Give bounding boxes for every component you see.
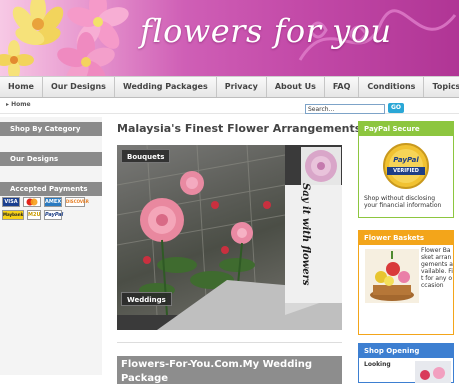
baskets-description: Flower Basket arrangements available. Fi… [421,247,453,289]
baskets-heading[interactable]: Flower Baskets [359,231,453,245]
search-input[interactable] [305,104,385,114]
paypal-box: PayPal Secure Shopping PayPal VERIFIED S… [358,121,454,218]
accepted-payments-heading: Accepted Payments [0,182,102,196]
nav-topics[interactable]: Topics [424,77,459,97]
m2u-icon: M2U [27,210,41,220]
nav-faq[interactable]: FAQ [325,77,360,97]
paypal-card-icon: PayPal [44,210,64,220]
discover-card-icon: DISCOVER [65,197,89,207]
search-go-button[interactable]: GO [388,103,404,113]
opening-illustration [420,367,445,380]
breadcrumb-home[interactable]: Home [11,101,30,108]
nav-wedding-packages[interactable]: Wedding Packages [115,77,217,97]
breadcrumb-arrow-icon: ▸ [6,101,10,108]
breadcrumb: ▸ Home [6,101,31,108]
paypal-heading: PayPal Secure Shopping [359,122,453,147]
shop-opening-box: Shop Opening Looking [358,343,454,383]
site-title: flowers for you [140,12,392,50]
flower-showcase: Bouquets Weddings Say it with flowers [117,145,342,330]
flower-pink-1 [67,0,129,49]
tagline-panel [285,185,342,303]
nav-conditions[interactable]: Conditions [359,77,425,97]
nav-privacy[interactable]: Privacy [217,77,267,97]
paypal-description: Shop without disclosing your financial i… [364,195,442,209]
header-banner: flowers for you [0,0,459,76]
opening-photo[interactable] [415,361,451,383]
flower-logo-icon [305,150,337,182]
logo-thumbnail [301,147,341,185]
visa-card-icon: VISA [2,197,20,207]
main-nav: Home Our Designs Wedding Packages Privac… [0,76,459,98]
tagline: Say it with flowers [300,183,311,286]
flower-yellow-small [0,40,34,76]
nav-home[interactable]: Home [0,77,43,97]
opening-heading[interactable]: Shop Opening [359,344,453,358]
left-sidebar: Shop By Category Our Designs Accepted Pa… [0,117,102,375]
nav-our-designs[interactable]: Our Designs [43,77,115,97]
paypal-badge-text: PayPal [393,156,419,164]
maybank-icon: Maybank [2,210,24,220]
page-title: Malaysia's Finest Flower Arrangements [117,122,362,135]
verified-text: VERIFIED [387,167,425,175]
shop-by-category-heading[interactable]: Shop By Category [0,122,102,136]
flower-yellow [12,0,64,45]
bouquets-link[interactable]: Bouquets [121,149,171,163]
weddings-link[interactable]: Weddings [121,292,172,306]
opening-description: Looking [364,361,391,368]
paypal-verified-badge[interactable]: PayPal VERIFIED [383,142,429,190]
basket-illustration [370,251,414,301]
mastercard-icon [23,197,41,207]
divider [117,342,342,343]
amex-card-icon: AMEX [44,197,62,207]
flower-baskets-box: Flower Baskets Flower Basket arrangement… [358,230,454,335]
mastercard-circles-icon [26,198,38,206]
nav-about-us[interactable]: About Us [267,77,325,97]
basket-photo[interactable] [365,249,419,303]
our-designs-heading[interactable]: Our Designs [0,152,102,166]
verified-seal-icon [383,143,429,189]
wedding-package-heading[interactable]: Flowers-For-You.Com.My Wedding Package [117,356,342,384]
